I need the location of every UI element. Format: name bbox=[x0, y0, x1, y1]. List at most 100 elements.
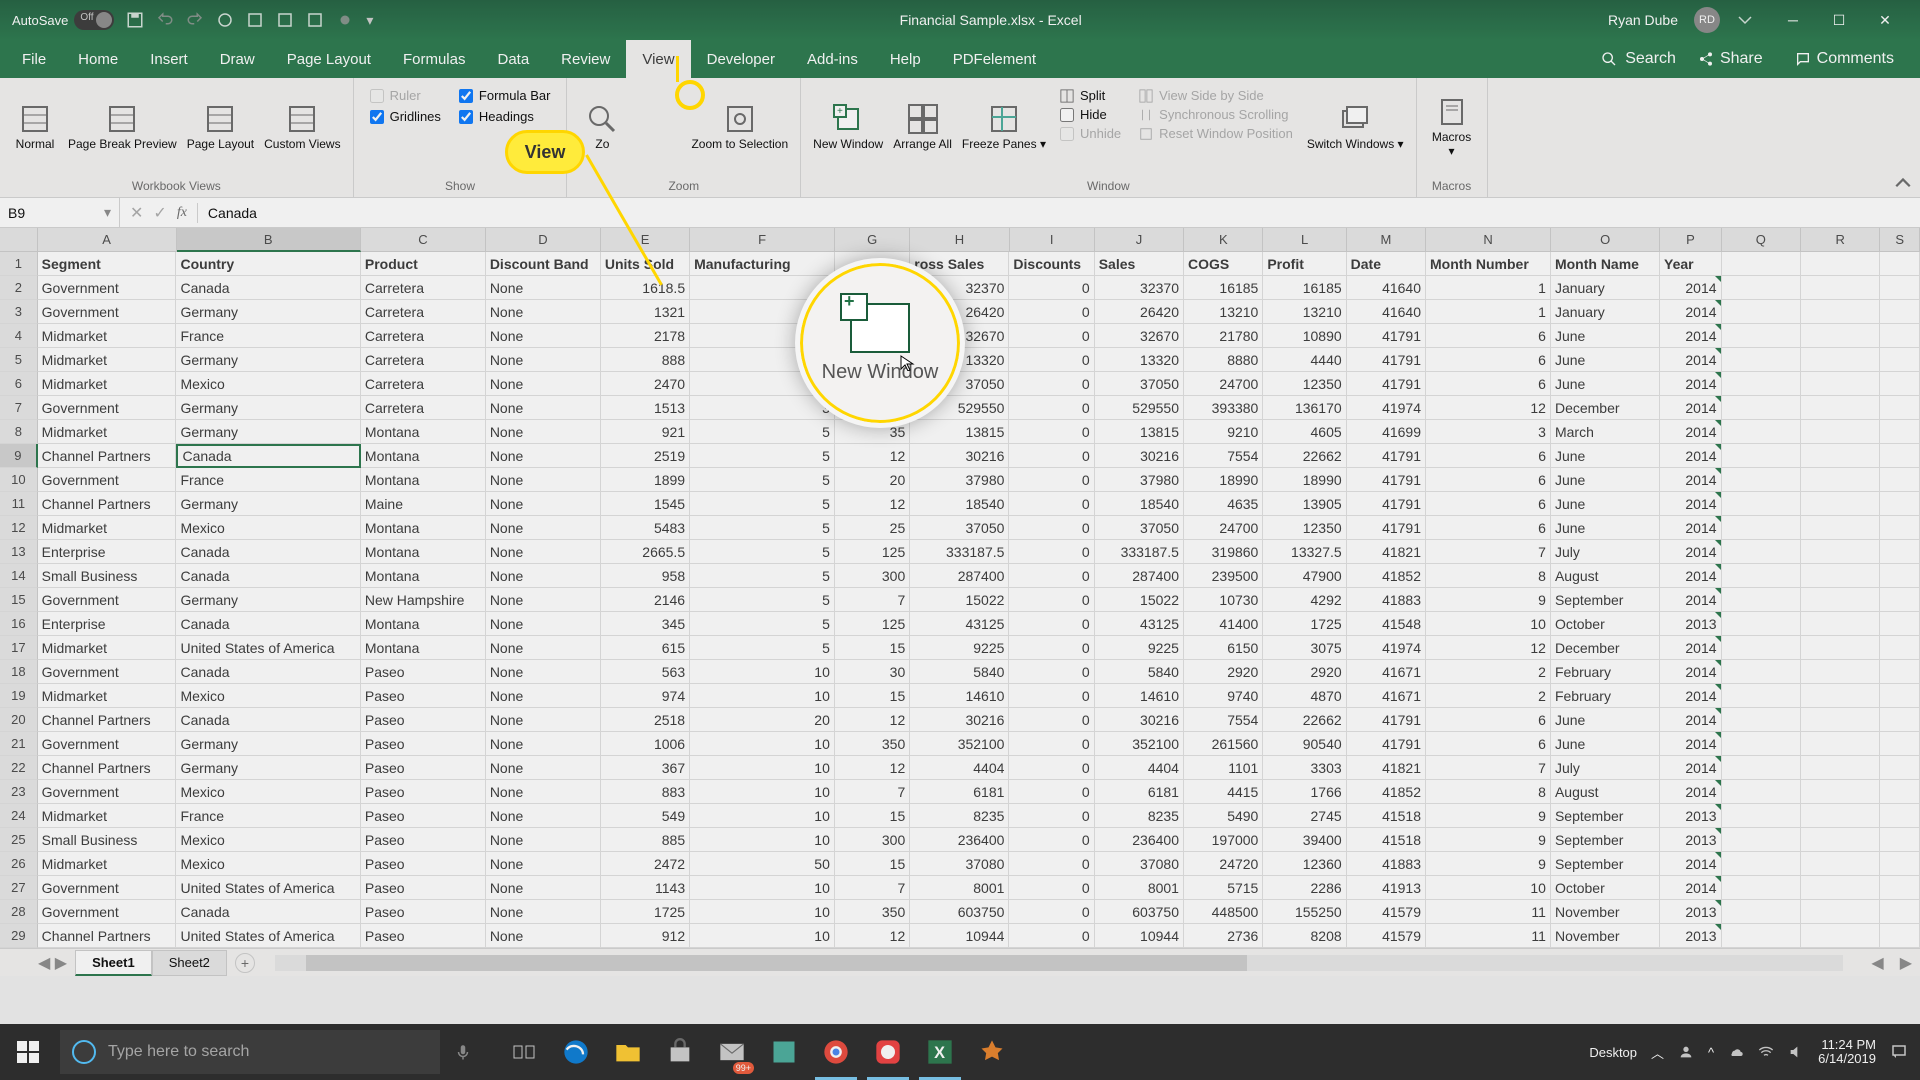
cell[interactable]: 1513 bbox=[601, 396, 690, 420]
cell[interactable]: 1899 bbox=[601, 468, 690, 492]
cell[interactable]: 10 bbox=[690, 828, 835, 852]
cell[interactable]: None bbox=[486, 420, 601, 444]
maximize-button[interactable]: ☐ bbox=[1816, 0, 1862, 40]
row-header[interactable]: 7 bbox=[0, 396, 38, 420]
cell[interactable]: 26420 bbox=[1095, 300, 1184, 324]
cell[interactable]: 20 bbox=[835, 468, 910, 492]
cell[interactable]: 6 bbox=[1426, 324, 1551, 348]
cell[interactable]: June bbox=[1551, 324, 1660, 348]
people-icon[interactable] bbox=[1678, 1044, 1694, 1060]
cell[interactable]: Germany bbox=[176, 588, 360, 612]
cell[interactable]: 9210 bbox=[1184, 420, 1263, 444]
cell[interactable]: None bbox=[486, 396, 601, 420]
arrange-all-button[interactable]: Arrange All bbox=[889, 82, 956, 172]
cell[interactable]: 2178 bbox=[601, 324, 690, 348]
cell[interactable]: 15 bbox=[835, 852, 910, 876]
cell[interactable]: 6 bbox=[1426, 516, 1551, 540]
tab-nav[interactable]: ◀ ▶ bbox=[30, 953, 75, 973]
freeze-panes-button[interactable]: Freeze Panes ▾ bbox=[958, 82, 1050, 172]
cell[interactable]: Maine bbox=[361, 492, 486, 516]
cell[interactable]: 7 bbox=[1426, 540, 1551, 564]
cell[interactable]: Montana bbox=[361, 612, 486, 636]
cell[interactable]: 8 bbox=[1426, 780, 1551, 804]
header-cell[interactable]: Month Name bbox=[1551, 252, 1660, 276]
cell[interactable]: 30216 bbox=[1095, 708, 1184, 732]
cell[interactable]: Carretera bbox=[361, 300, 486, 324]
cell[interactable]: 2472 bbox=[601, 852, 690, 876]
ribbon-display-icon[interactable] bbox=[1736, 11, 1754, 29]
row-header[interactable]: 9 bbox=[0, 444, 38, 468]
cell[interactable]: 10 bbox=[1426, 876, 1551, 900]
ribbon-tab-pdfelement[interactable]: PDFelement bbox=[937, 40, 1052, 78]
row-header[interactable]: 22 bbox=[0, 756, 38, 780]
cell[interactable]: 6150 bbox=[1184, 636, 1263, 660]
cell[interactable]: 12 bbox=[1426, 636, 1551, 660]
cell[interactable]: Canada bbox=[176, 900, 360, 924]
row-header[interactable]: 2 bbox=[0, 276, 38, 300]
column-header[interactable]: H bbox=[910, 228, 1009, 252]
cell[interactable]: 0 bbox=[1009, 468, 1094, 492]
cell[interactable]: 2014 bbox=[1660, 876, 1722, 900]
cell[interactable]: 8 bbox=[1426, 564, 1551, 588]
cell[interactable]: Montana bbox=[361, 468, 486, 492]
cell[interactable]: 0 bbox=[1009, 828, 1094, 852]
cell[interactable]: None bbox=[486, 828, 601, 852]
column-header[interactable]: I bbox=[1010, 228, 1095, 252]
cell[interactable]: 563 bbox=[601, 660, 690, 684]
header-cell[interactable]: Discounts bbox=[1009, 252, 1094, 276]
cell[interactable]: 5840 bbox=[1095, 660, 1184, 684]
cell[interactable]: None bbox=[486, 660, 601, 684]
redo-icon[interactable] bbox=[186, 11, 204, 29]
row-header[interactable]: 29 bbox=[0, 924, 38, 948]
cell[interactable]: 5840 bbox=[910, 660, 1009, 684]
cell[interactable]: Carretera bbox=[361, 396, 486, 420]
formulabar-checkbox[interactable]: Formula Bar bbox=[459, 88, 551, 103]
cell[interactable]: 2013 bbox=[1660, 828, 1722, 852]
cell[interactable]: Carretera bbox=[361, 348, 486, 372]
row-header[interactable]: 8 bbox=[0, 420, 38, 444]
cell[interactable]: 9225 bbox=[910, 636, 1009, 660]
cell[interactable]: Midmarket bbox=[38, 636, 177, 660]
row-header[interactable]: 26 bbox=[0, 852, 38, 876]
cell[interactable]: France bbox=[176, 468, 360, 492]
row-header[interactable]: 3 bbox=[0, 300, 38, 324]
cell[interactable]: 239500 bbox=[1184, 564, 1263, 588]
cell[interactable]: Mexico bbox=[176, 684, 360, 708]
column-header[interactable]: J bbox=[1095, 228, 1184, 252]
row-header[interactable]: 27 bbox=[0, 876, 38, 900]
cell[interactable]: 12350 bbox=[1263, 516, 1346, 540]
cell[interactable]: 32670 bbox=[1095, 324, 1184, 348]
mic-icon[interactable] bbox=[454, 1043, 472, 1061]
cell[interactable]: 0 bbox=[1009, 324, 1094, 348]
cell[interactable]: 2014 bbox=[1660, 636, 1722, 660]
cell[interactable]: 43125 bbox=[910, 612, 1009, 636]
cell[interactable]: 41699 bbox=[1347, 420, 1426, 444]
column-header[interactable]: L bbox=[1263, 228, 1346, 252]
cell[interactable]: 2736 bbox=[1184, 924, 1263, 948]
cell[interactable]: 2 bbox=[1426, 660, 1551, 684]
cell[interactable]: 22662 bbox=[1263, 708, 1346, 732]
cell[interactable]: Canada bbox=[176, 540, 360, 564]
cell[interactable]: 549 bbox=[601, 804, 690, 828]
cell[interactable]: October bbox=[1551, 612, 1660, 636]
vivaldi-icon[interactable] bbox=[862, 1024, 914, 1080]
cell[interactable]: Enterprise bbox=[38, 612, 177, 636]
cell[interactable]: None bbox=[486, 636, 601, 660]
cell[interactable]: Channel Partners bbox=[38, 492, 177, 516]
cell[interactable]: Germany bbox=[176, 756, 360, 780]
column-header[interactable]: P bbox=[1660, 228, 1721, 252]
cell[interactable]: 2745 bbox=[1263, 804, 1346, 828]
cell[interactable]: 14610 bbox=[910, 684, 1009, 708]
cell[interactable]: 41579 bbox=[1347, 924, 1426, 948]
column-header[interactable]: D bbox=[486, 228, 601, 252]
cell[interactable]: 9 bbox=[1426, 804, 1551, 828]
cell[interactable]: 136170 bbox=[1263, 396, 1346, 420]
cell[interactable]: Government bbox=[38, 900, 177, 924]
cell[interactable]: 90540 bbox=[1263, 732, 1346, 756]
column-header[interactable]: O bbox=[1551, 228, 1660, 252]
cell[interactable]: 350 bbox=[835, 900, 910, 924]
cell[interactable]: 41791 bbox=[1347, 348, 1426, 372]
cell[interactable]: 0 bbox=[1009, 444, 1094, 468]
cell[interactable]: 2013 bbox=[1660, 612, 1722, 636]
cell[interactable]: 41791 bbox=[1347, 372, 1426, 396]
